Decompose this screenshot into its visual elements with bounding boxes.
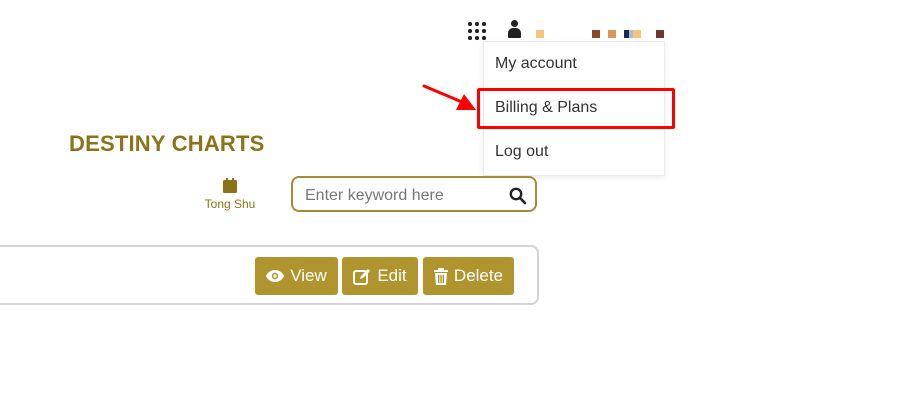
delete-button[interactable]: Delete (423, 257, 514, 295)
annotation-arrow-icon (422, 84, 476, 110)
edit-button[interactable]: Edit (342, 257, 418, 295)
menu-item-my-account[interactable]: My account (495, 55, 577, 73)
menu-item-log-out[interactable]: Log out (495, 143, 548, 161)
color-swatch (592, 30, 600, 38)
delete-label: Delete (453, 266, 504, 285)
color-swatch (536, 30, 544, 38)
view-button[interactable]: View (255, 257, 338, 295)
view-label: View (290, 266, 327, 285)
tong-shu-link[interactable]: Tong Shu (201, 178, 259, 211)
tong-shu-label: Tong Shu (204, 197, 256, 211)
user-icon[interactable] (507, 20, 521, 40)
calendar-icon (223, 178, 237, 193)
page-title: DESTINY CHARTS (69, 131, 265, 156)
eye-icon (266, 270, 285, 282)
menu-item-billing-plans[interactable]: Billing & Plans (495, 99, 597, 117)
account-menu: My account Billing & Plans Log out (483, 41, 665, 176)
color-swatch (633, 30, 641, 38)
edit-label: Edit (377, 266, 407, 285)
search-input[interactable] (303, 184, 507, 208)
search-icon[interactable] (509, 187, 527, 205)
color-swatch (608, 30, 616, 38)
search-box (291, 176, 537, 212)
apps-grid-icon[interactable] (468, 22, 486, 40)
trash-icon (433, 267, 448, 285)
edit-icon (353, 268, 371, 285)
color-swatch (656, 30, 664, 38)
